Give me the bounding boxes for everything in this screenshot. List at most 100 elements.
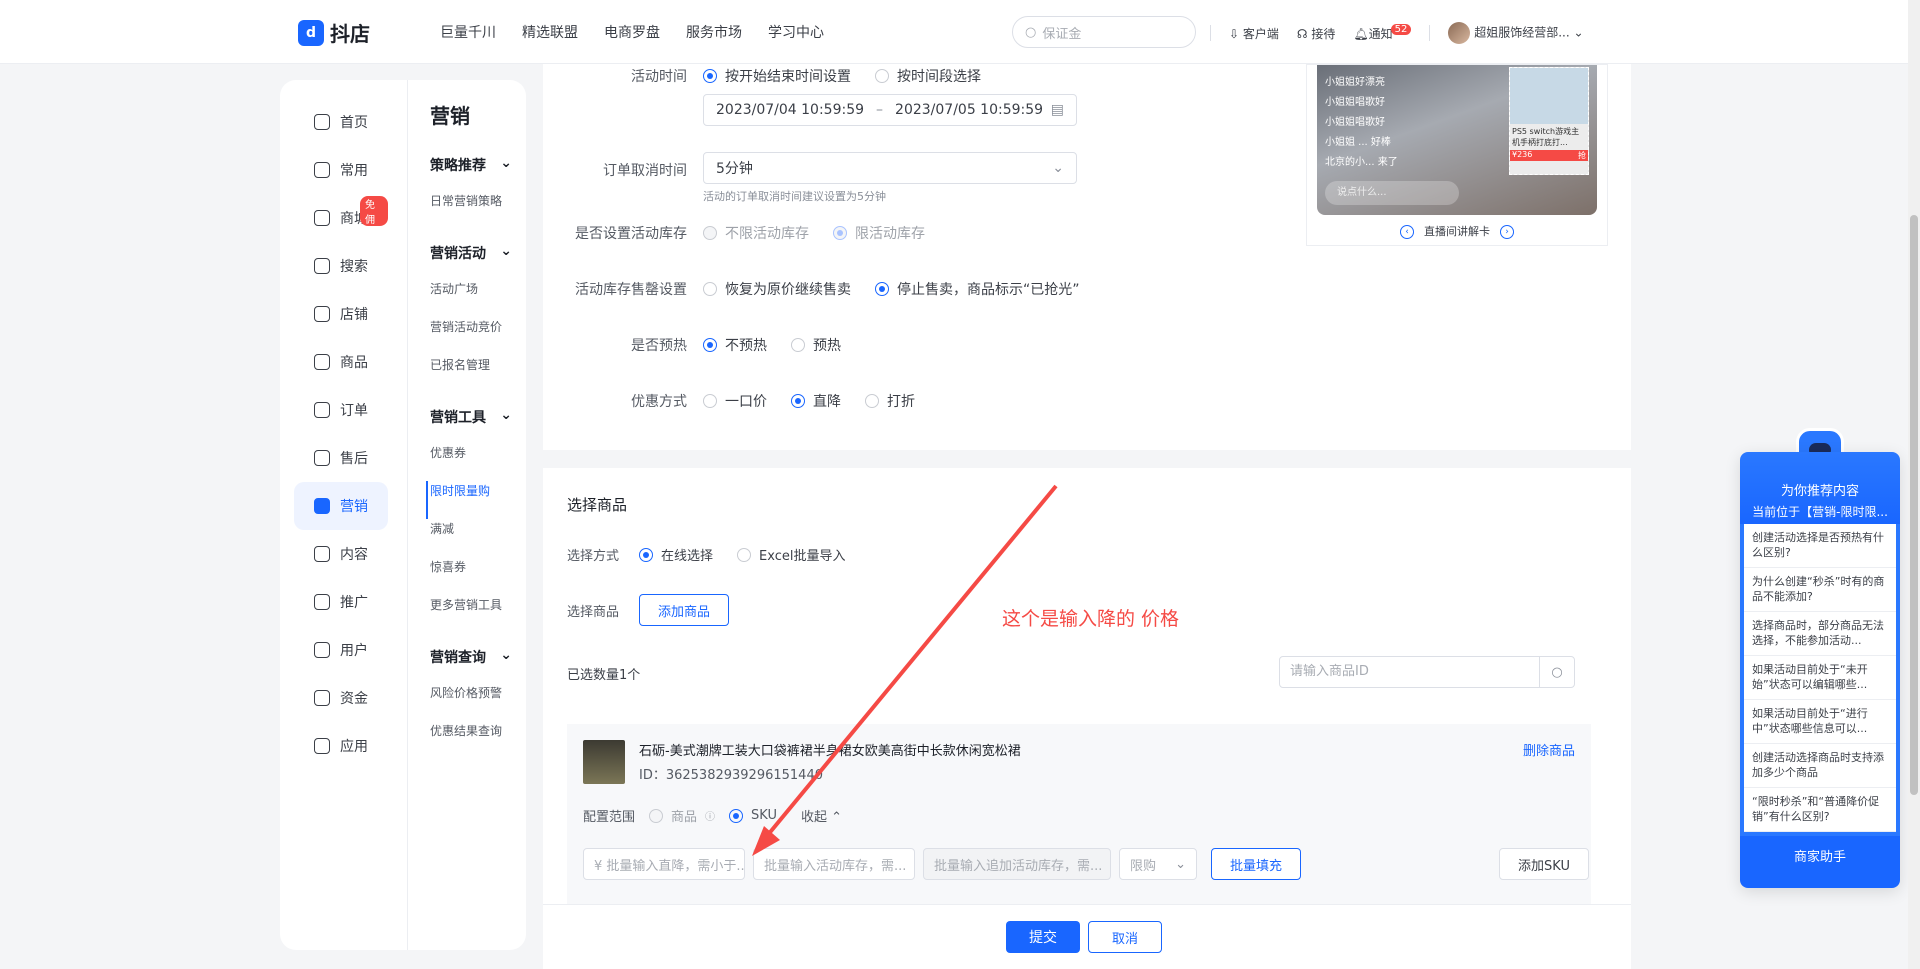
sidebar-item-orders[interactable]: 订单 [294,386,388,434]
sidebar-item-aftersale[interactable]: 售后 [294,434,388,482]
chevron-left-icon[interactable]: ‹ [1400,225,1414,239]
nav-item-market[interactable]: 服务市场 [686,22,742,42]
radio-preheat[interactable]: 预热 [791,335,841,355]
chat-messages: 小姐姐好漂亮 小姐姐唱歌好 小姐姐唱歌好 小姐姐 ... 好棒 北京的小... … [1325,73,1398,173]
nav-item-compass[interactable]: 电商罗盘 [604,22,660,42]
logo[interactable]: d 抖店 [298,18,370,47]
batch-extra-stock-input[interactable]: 批量输入追加活动库存，需... [923,848,1111,880]
radio-resume-original-price[interactable]: 恢复为原价继续售卖 [703,279,851,299]
sidebar-item-shop[interactable]: 店铺 [294,290,388,338]
radio-no-preheat[interactable]: 不预热 [703,335,767,355]
nav-item-alliance[interactable]: 精选联盟 [522,22,578,42]
chat-line: 小姐姐 ... 好棒 [1325,137,1391,148]
submit-button[interactable]: 提交 [1006,921,1080,953]
add-sku-button[interactable]: 添加SKU [1499,848,1589,880]
preview-price-bar: ¥236 抢 [1510,150,1588,161]
menu-item-activity-square[interactable]: 活动广场 [430,279,526,317]
menu-item-risk-price[interactable]: 风险价格预警 [430,683,526,721]
menu-group-query[interactable]: 营销查询 ⌄ [430,647,512,667]
menu-item-full-reduction[interactable]: 满减 [430,519,526,557]
radio-label: 按开始结束时间设置 [725,69,851,85]
menu-group-tools[interactable]: 营销工具 ⌄ [430,407,512,427]
radio-limited-stock[interactable]: 限活动库存 [833,223,925,243]
assistant-question[interactable]: 创建活动选择商品时支持添加多少个商品 [1744,744,1896,788]
menu-item-registered[interactable]: 已报名管理 [430,355,526,393]
chat-line: 小姐姐唱歌好 [1325,97,1385,108]
goods-id-input[interactable]: 请输入商品ID [1280,657,1540,687]
assistant-question[interactable]: 创建活动选择是否预热有什么区别? [1744,524,1896,568]
radio-checked-disabled-icon [833,226,847,240]
sidebar-item-label: 推广 [340,595,368,611]
select-goods-card: 选择商品 选择方式 在线选择 Excel批量导入 选择商品 添加商品 已选数量1… [543,468,1631,908]
nav-item-qianchuan[interactable]: 巨量千川 [440,22,496,42]
add-goods-button[interactable]: 添加商品 [639,594,729,626]
assistant-question[interactable]: 选择商品时，部分商品无法选择，不能参加活动... [1744,612,1896,656]
menu-item-discount-query[interactable]: 优惠结果查询 [430,721,526,759]
chevron-down-icon: ⌄ [500,155,512,171]
scrollbar-thumb[interactable] [1910,215,1918,795]
cancel-button[interactable]: 取消 [1088,921,1162,953]
assistant-question[interactable]: 如果活动目前处于“未开始”状态可以编辑哪些... [1744,656,1896,700]
activity-time-options: 按开始结束时间设置 按时间段选择 [703,66,981,86]
menu-item-coupon[interactable]: 优惠券 [430,443,526,481]
assistant-header: 为你推荐内容 当前位于【营销-限时限... [1740,452,1900,524]
menu-item-flash-sale[interactable]: 限时限量购 [426,481,526,519]
tv-icon [314,546,330,562]
sidebar-item-promote[interactable]: 推广 [294,578,388,626]
batch-price-input[interactable]: ¥ 批量输入直降，需小于... [583,848,745,880]
discount-type-options: 一口价 直降 打折 [703,391,915,411]
date-range-picker[interactable]: 2023/07/04 10:59:59 – 2023/07/05 10:59:5… [703,94,1077,126]
page-scrollbar[interactable] [1908,0,1920,969]
purchase-limit-select[interactable]: 限购 ⌄ [1119,848,1197,880]
radio-time-slot[interactable]: 按时间段选择 [875,66,981,86]
sellout-label: 活动库存售罄设置 [575,282,687,298]
assistant-footer-button[interactable]: 商家助手 [1740,836,1900,888]
client-button[interactable]: ⇩ 客户端 [1229,25,1279,42]
radio-excel-import[interactable]: Excel批量导入 [737,545,845,564]
nav-item-learning[interactable]: 学习中心 [768,22,824,42]
batch-stock-input[interactable]: 批量输入活动库存，需... [753,848,915,880]
sidebar-item-marketing[interactable]: 营销 [294,482,388,530]
section-title: 营销 [430,104,470,128]
menu-group-activities[interactable]: 营销活动 ⌄ [430,243,512,263]
sidebar-item-mall[interactable]: 商城 免佣 [294,194,388,242]
sidebar-item-home[interactable]: 首页 [294,98,388,146]
divider [407,80,408,950]
menu-item-surprise-coupon[interactable]: 惊喜券 [430,557,526,595]
assistant-question[interactable]: “限时秒杀”和“普通降价促销”有什么区别? [1744,788,1896,832]
radio-unlimited-stock[interactable]: 不限活动库存 [703,223,809,243]
radio-fixed-price[interactable]: 一口价 [703,391,767,411]
reception-button[interactable]: ☊ 接待 [1297,25,1336,42]
radio-online-select[interactable]: 在线选择 [639,545,713,564]
form-footer: 提交 取消 [543,904,1631,969]
collapse-toggle[interactable]: 收起 ⌃ [801,806,842,825]
batch-fill-button[interactable]: 批量填充 [1211,848,1301,880]
sidebar-item-search[interactable]: 搜索 [294,242,388,290]
radio-scope-sku[interactable]: SKU [729,808,777,823]
radio-scope-product[interactable]: 商品 ⓘ [649,806,715,825]
radio-direct-reduction[interactable]: 直降 [791,391,841,411]
sidebar-item-goods[interactable]: 商品 [294,338,388,386]
search-icon: ○ [1551,664,1563,680]
sidebar-item-apps[interactable]: 应用 [294,722,388,770]
assistant-question[interactable]: 如果活动目前处于“进行中”状态哪些信息可以... [1744,700,1896,744]
sidebar-item-content[interactable]: 内容 [294,530,388,578]
menu-item-more-tools[interactable]: 更多营销工具 [430,595,526,633]
cancel-time-select[interactable]: 5分钟 ⌄ [703,152,1077,184]
menu-group-strategy[interactable]: 策略推荐 ⌄ [430,155,512,175]
search-button[interactable]: ○ [1540,657,1574,687]
menu-item-activity-bidding[interactable]: 营销活动竞价 [430,317,526,355]
delete-product-link[interactable]: 删除商品 [1523,740,1575,759]
sidebar-item-users[interactable]: 用户 [294,626,388,674]
chevron-right-icon[interactable]: › [1500,225,1514,239]
menu-item-daily-strategy[interactable]: 日常营销策略 [430,191,526,229]
sidebar-item-common[interactable]: 常用 [294,146,388,194]
radio-start-end-time[interactable]: 按开始结束时间设置 [703,66,851,86]
assistant-question[interactable]: 为什么创建“秒杀”时有的商品不能添加? [1744,568,1896,612]
sidebar-item-funds[interactable]: 资金 [294,674,388,722]
radio-percent-off[interactable]: 打折 [865,391,915,411]
top-search-input[interactable]: ○ 保证金 [1012,16,1196,48]
radio-stop-selling[interactable]: 停止售卖，商品标示“已抢光” [875,279,1080,299]
notice-button[interactable]: 🔔︎通知 52 [1353,23,1412,42]
shop-account-menu[interactable]: 超姐服饰经营部... ⌄ [1448,22,1584,44]
